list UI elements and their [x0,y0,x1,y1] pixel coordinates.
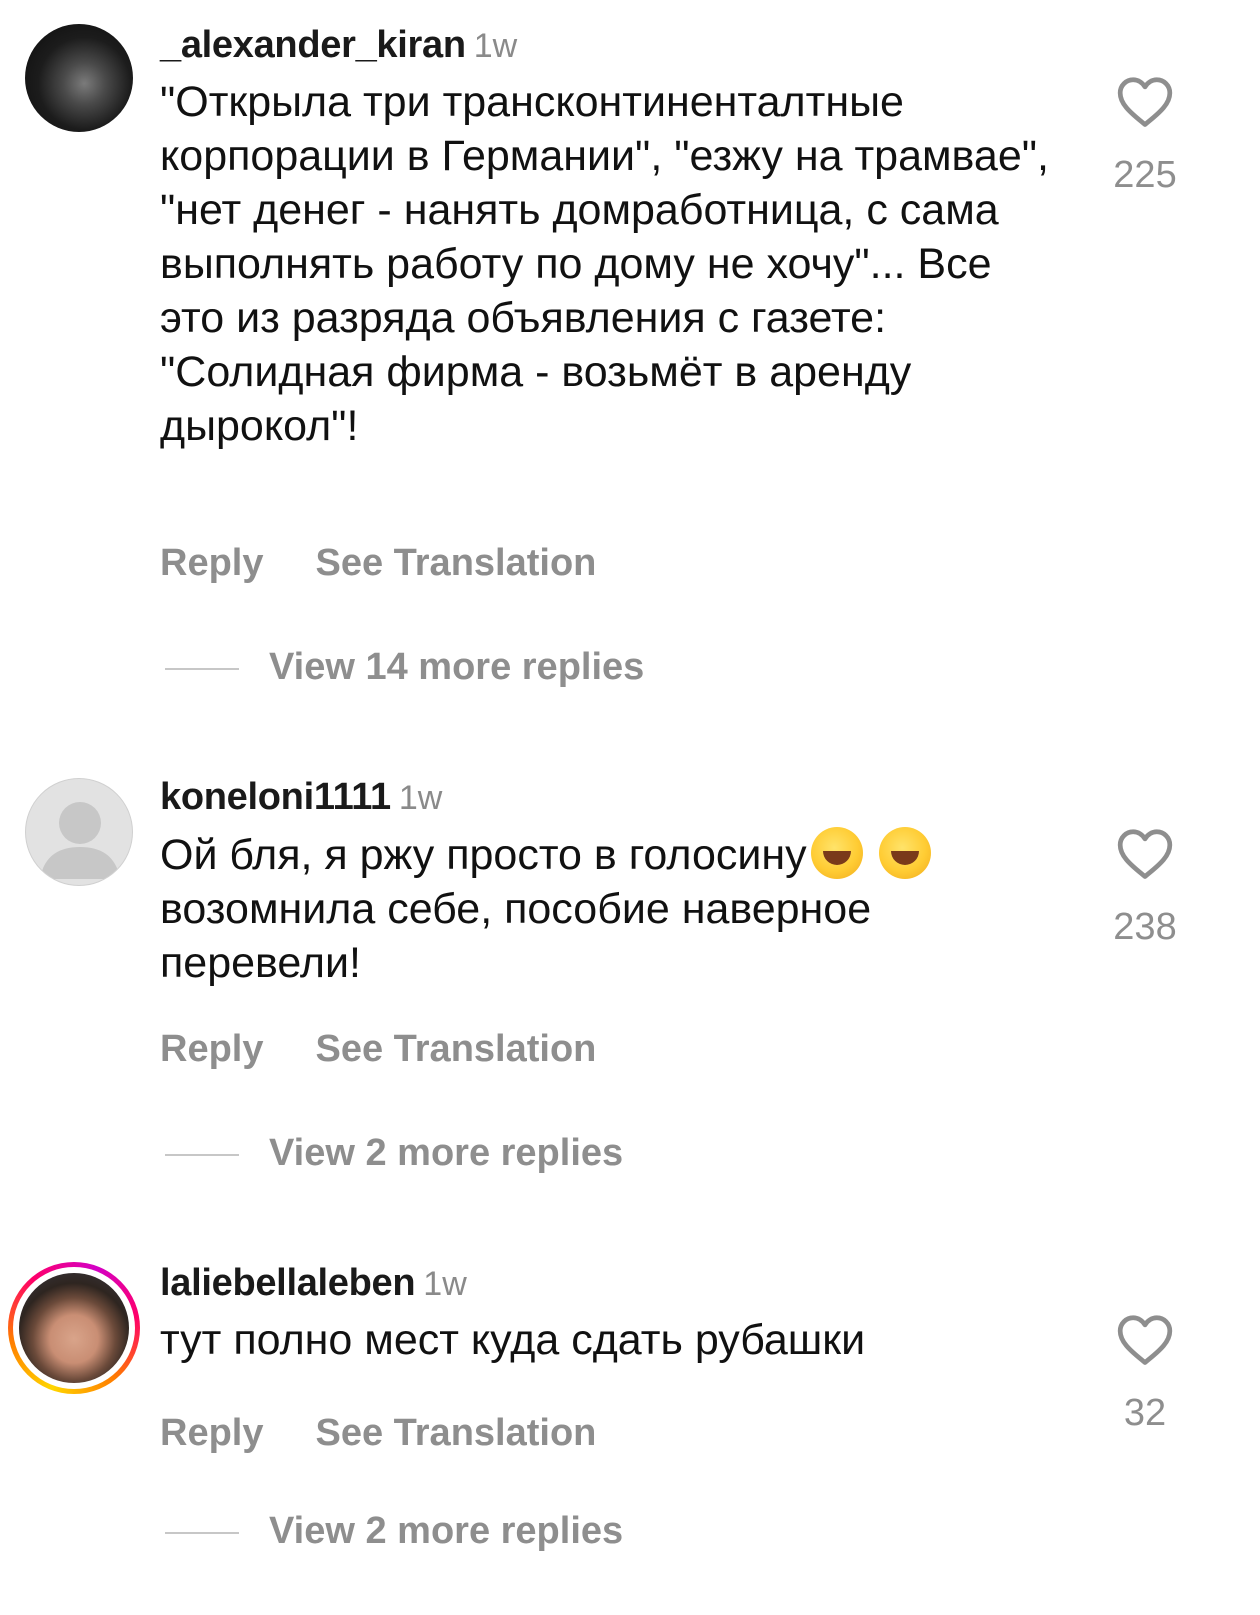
comment-list: _alexander_kiran 1w "Открыла три транскон… [0,0,1260,1615]
comment-time: 1w [423,1265,467,1303]
username[interactable]: laliebellaleben [160,1262,416,1304]
comment-actions: Reply See Translation [160,1028,596,1071]
like-count: 225 [1113,154,1177,196]
reply-button[interactable]: Reply [160,1412,263,1455]
laughing-emoji-icon [810,827,863,879]
user-avatar[interactable] [25,778,133,886]
view-replies-label: View 2 more replies [269,1510,624,1552]
comment-header: laliebellaleben 1w [160,1260,1050,1307]
laughing-emoji-icon [878,827,931,879]
comment-actions: Reply See Translation [160,542,596,585]
default-person-icon [40,802,120,879]
comment-text: тут полно мест куда сдать рубашки [160,1316,866,1364]
view-replies-label: View 14 more replies [269,646,645,688]
replies-divider-line [165,1153,239,1156]
comment-text: Ой бля, я ржу просто в голосину возомнил… [160,827,1050,990]
username[interactable]: _alexander_kiran [160,24,466,66]
see-translation-button[interactable]: See Translation [315,1412,596,1455]
heart-icon[interactable] [1116,1314,1174,1366]
comment-text-part: возомнила себе, пособие наверное перевел… [160,885,884,987]
comment-time: 1w [398,779,443,817]
story-ring[interactable] [8,1262,140,1394]
heart-icon[interactable] [1116,76,1174,128]
view-replies-button[interactable]: View 14 more replies [165,646,644,689]
comment-text-part: Ой бля, я ржу просто в голосину [160,831,807,879]
view-replies-label: View 2 more replies [269,1132,624,1174]
username[interactable]: koneloni1111 [160,776,391,818]
like-column: 32 [1100,1314,1190,1435]
comment-text: "Открыла три трансконтиненталтные корпор… [160,78,1061,450]
comment-header: koneloni1111 1w [160,774,1050,821]
view-replies-button[interactable]: View 2 more replies [165,1132,623,1175]
comment-header: _alexander_kiran 1w [160,22,1050,69]
like-count: 238 [1113,906,1177,948]
replies-divider-line [165,667,239,670]
story-ring-gap [13,1267,135,1389]
comment-time: 1w [473,27,518,65]
replies-divider-line [165,1531,239,1534]
user-avatar [19,1273,129,1383]
like-column: 238 [1100,828,1190,949]
view-replies-button[interactable]: View 2 more replies [165,1510,623,1553]
see-translation-button[interactable]: See Translation [315,542,596,585]
like-count: 32 [1123,1392,1167,1434]
reply-button[interactable]: Reply [160,542,263,585]
see-translation-button[interactable]: See Translation [315,1028,596,1071]
like-column: 225 [1100,76,1190,197]
user-avatar[interactable] [25,24,133,132]
reply-button[interactable]: Reply [160,1028,263,1071]
comment-actions: Reply See Translation [160,1412,596,1455]
heart-icon[interactable] [1116,828,1174,880]
